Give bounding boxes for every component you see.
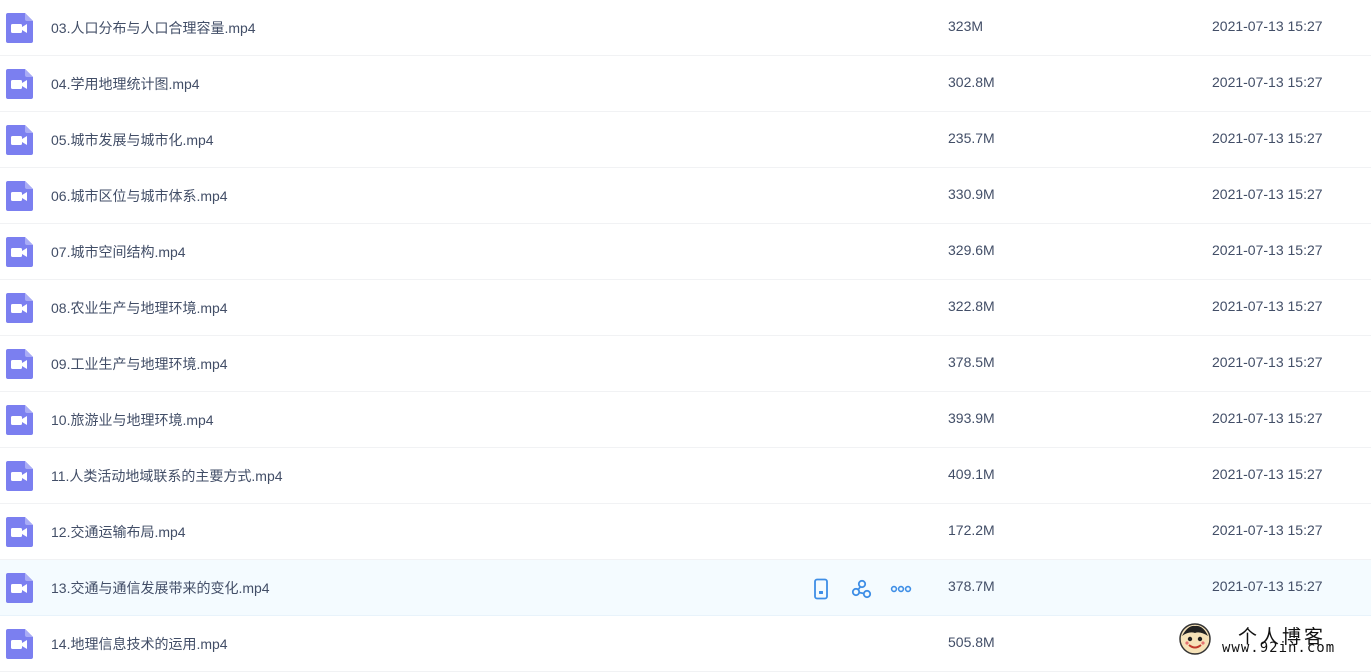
file-name[interactable]: 04.学用地理统计图.mp4 bbox=[51, 74, 200, 94]
file-row[interactable]: 14.地理信息技术的运用.mp4 505.8M bbox=[0, 616, 1371, 672]
file-date: 2021-07-13 15:27 bbox=[1212, 130, 1323, 146]
video-file-icon[interactable] bbox=[6, 405, 33, 435]
file-date: 2021-07-13 15:27 bbox=[1212, 410, 1323, 426]
file-date: 2021-07-13 15:27 bbox=[1212, 466, 1323, 482]
file-size: 322.8M bbox=[948, 298, 995, 314]
video-file-icon[interactable] bbox=[6, 349, 33, 379]
file-date: 2021-07-13 15:27 bbox=[1212, 298, 1323, 314]
file-row[interactable]: 13.交通与通信发展带来的变化.mp4 378.7M 2021-07-13 15:2… bbox=[0, 560, 1371, 616]
video-file-icon[interactable] bbox=[6, 69, 33, 99]
file-row[interactable]: 03.人口分布与人口合理容量.mp4 323M 2021-07-13 15:27 bbox=[0, 0, 1371, 56]
file-size: 172.2M bbox=[948, 522, 995, 538]
file-list: 03.人口分布与人口合理容量.mp4 323M 2021-07-13 15:27 04… bbox=[0, 0, 1371, 672]
video-file-icon[interactable] bbox=[6, 13, 33, 43]
file-date: 2021-07-13 15:27 bbox=[1212, 522, 1323, 538]
video-file-icon[interactable] bbox=[6, 461, 33, 491]
more-icon[interactable] bbox=[890, 578, 912, 600]
file-size: 330.9M bbox=[948, 186, 995, 202]
file-date: 2021-07-13 15:27 bbox=[1212, 354, 1323, 370]
file-row[interactable]: 12.交通运输布局.mp4 172.2M 2021-07-13 15:27 bbox=[0, 504, 1371, 560]
video-file-icon[interactable] bbox=[6, 181, 33, 211]
file-row[interactable]: 05.城市发展与城市化.mp4 235.7M 2021-07-13 15:27 bbox=[0, 112, 1371, 168]
file-row[interactable]: 11.人类活动地域联系的主要方式.mp4 409.1M 2021-07-13 15:… bbox=[0, 448, 1371, 504]
file-size: 329.6M bbox=[948, 242, 995, 258]
file-size: 505.8M bbox=[948, 634, 995, 650]
video-file-icon[interactable] bbox=[6, 517, 33, 547]
file-name[interactable]: 11.人类活动地域联系的主要方式.mp4 bbox=[51, 466, 283, 486]
file-date: 2021-07-13 15:27 bbox=[1212, 186, 1323, 202]
file-size: 409.1M bbox=[948, 466, 995, 482]
file-name[interactable]: 08.农业生产与地理环境.mp4 bbox=[51, 298, 228, 318]
watermark-logo-icon bbox=[1179, 623, 1211, 655]
file-size: 235.7M bbox=[948, 130, 995, 146]
video-file-icon[interactable] bbox=[6, 629, 33, 659]
file-size: 323M bbox=[948, 18, 984, 34]
file-row[interactable]: 07.城市空间结构.mp4 329.6M 2021-07-13 15:27 bbox=[0, 224, 1371, 280]
file-name[interactable]: 14.地理信息技术的运用.mp4 bbox=[51, 634, 228, 654]
file-size: 378.5M bbox=[948, 354, 995, 370]
file-name[interactable]: 10.旅游业与地理环境.mp4 bbox=[51, 410, 214, 430]
video-file-icon[interactable] bbox=[6, 293, 33, 323]
file-row[interactable]: 06.城市区位与城市体系.mp4 330.9M 2021-07-13 15:27 bbox=[0, 168, 1371, 224]
file-date: 2021-07-13 15:27 bbox=[1212, 242, 1323, 258]
file-name[interactable]: 12.交通运输布局.mp4 bbox=[51, 522, 186, 542]
watermark-url: www.92in.com bbox=[1222, 640, 1336, 656]
file-date: 2021-07-13 15:27 bbox=[1212, 578, 1323, 594]
file-row[interactable]: 09.工业生产与地理环境.mp4 378.5M 2021-07-13 15:27 bbox=[0, 336, 1371, 392]
phone-icon[interactable] bbox=[810, 578, 832, 600]
file-size: 302.8M bbox=[948, 74, 995, 90]
file-size: 393.9M bbox=[948, 410, 995, 426]
video-file-icon[interactable] bbox=[6, 573, 33, 603]
file-name[interactable]: 03.人口分布与人口合理容量.mp4 bbox=[51, 18, 256, 38]
file-name[interactable]: 05.城市发展与城市化.mp4 bbox=[51, 130, 214, 150]
file-name[interactable]: 13.交通与通信发展带来的变化.mp4 bbox=[51, 578, 270, 598]
file-name[interactable]: 09.工业生产与地理环境.mp4 bbox=[51, 354, 228, 374]
file-size: 378.7M bbox=[948, 578, 995, 594]
video-file-icon[interactable] bbox=[6, 237, 33, 267]
share-icon[interactable] bbox=[850, 578, 872, 600]
file-row[interactable]: 08.农业生产与地理环境.mp4 322.8M 2021-07-13 15:27 bbox=[0, 280, 1371, 336]
video-file-icon[interactable] bbox=[6, 125, 33, 155]
watermark: 个人博客 www.92in.com bbox=[1172, 620, 1371, 661]
file-date: 2021-07-13 15:27 bbox=[1212, 18, 1323, 34]
file-name[interactable]: 07.城市空间结构.mp4 bbox=[51, 242, 186, 262]
file-name[interactable]: 06.城市区位与城市体系.mp4 bbox=[51, 186, 228, 206]
file-row[interactable]: 10.旅游业与地理环境.mp4 393.9M 2021-07-13 15:27 bbox=[0, 392, 1371, 448]
file-row[interactable]: 04.学用地理统计图.mp4 302.8M 2021-07-13 15:27 bbox=[0, 56, 1371, 112]
file-date: 2021-07-13 15:27 bbox=[1212, 74, 1323, 90]
